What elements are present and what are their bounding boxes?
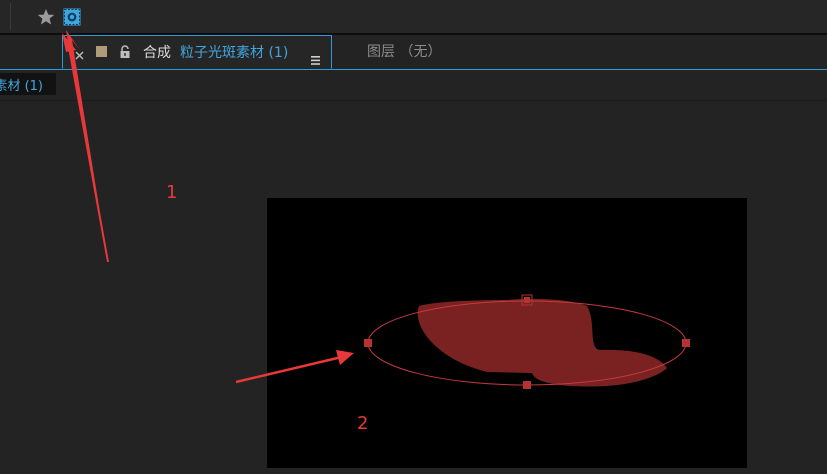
- toolbar-divider: [10, 3, 11, 30]
- mask-tool-icon[interactable]: [63, 8, 81, 26]
- tools-toolbar: [0, 0, 827, 33]
- composition-navigator: 素材 (1): [0, 70, 827, 101]
- breadcrumb-label: 素材 (1): [0, 79, 43, 94]
- lock-icon[interactable]: [119, 44, 131, 58]
- tab-prefix-label: 合成: [143, 45, 171, 61]
- composition-name: 粒子光斑素材 (1): [180, 45, 289, 61]
- annotation-label-1: 1: [166, 182, 178, 203]
- breadcrumb[interactable]: 素材 (1): [0, 73, 56, 95]
- composition-canvas[interactable]: [267, 198, 747, 468]
- composition-color-swatch[interactable]: [96, 46, 107, 57]
- close-icon[interactable]: [74, 46, 86, 60]
- menu-icon[interactable]: [311, 50, 321, 65]
- star-icon[interactable]: [37, 8, 55, 26]
- red-shape-layer: [417, 298, 667, 387]
- tab-layer[interactable]: 图层 （无）: [367, 41, 441, 61]
- tab-composition[interactable]: 合成 粒子光斑素材 (1): [62, 35, 332, 69]
- tab-bar-left-space: [0, 35, 62, 69]
- annotation-label-2: 2: [357, 413, 369, 434]
- composition-tab-bar: 合成 粒子光斑素材 (1) 图层 （无）: [0, 35, 827, 70]
